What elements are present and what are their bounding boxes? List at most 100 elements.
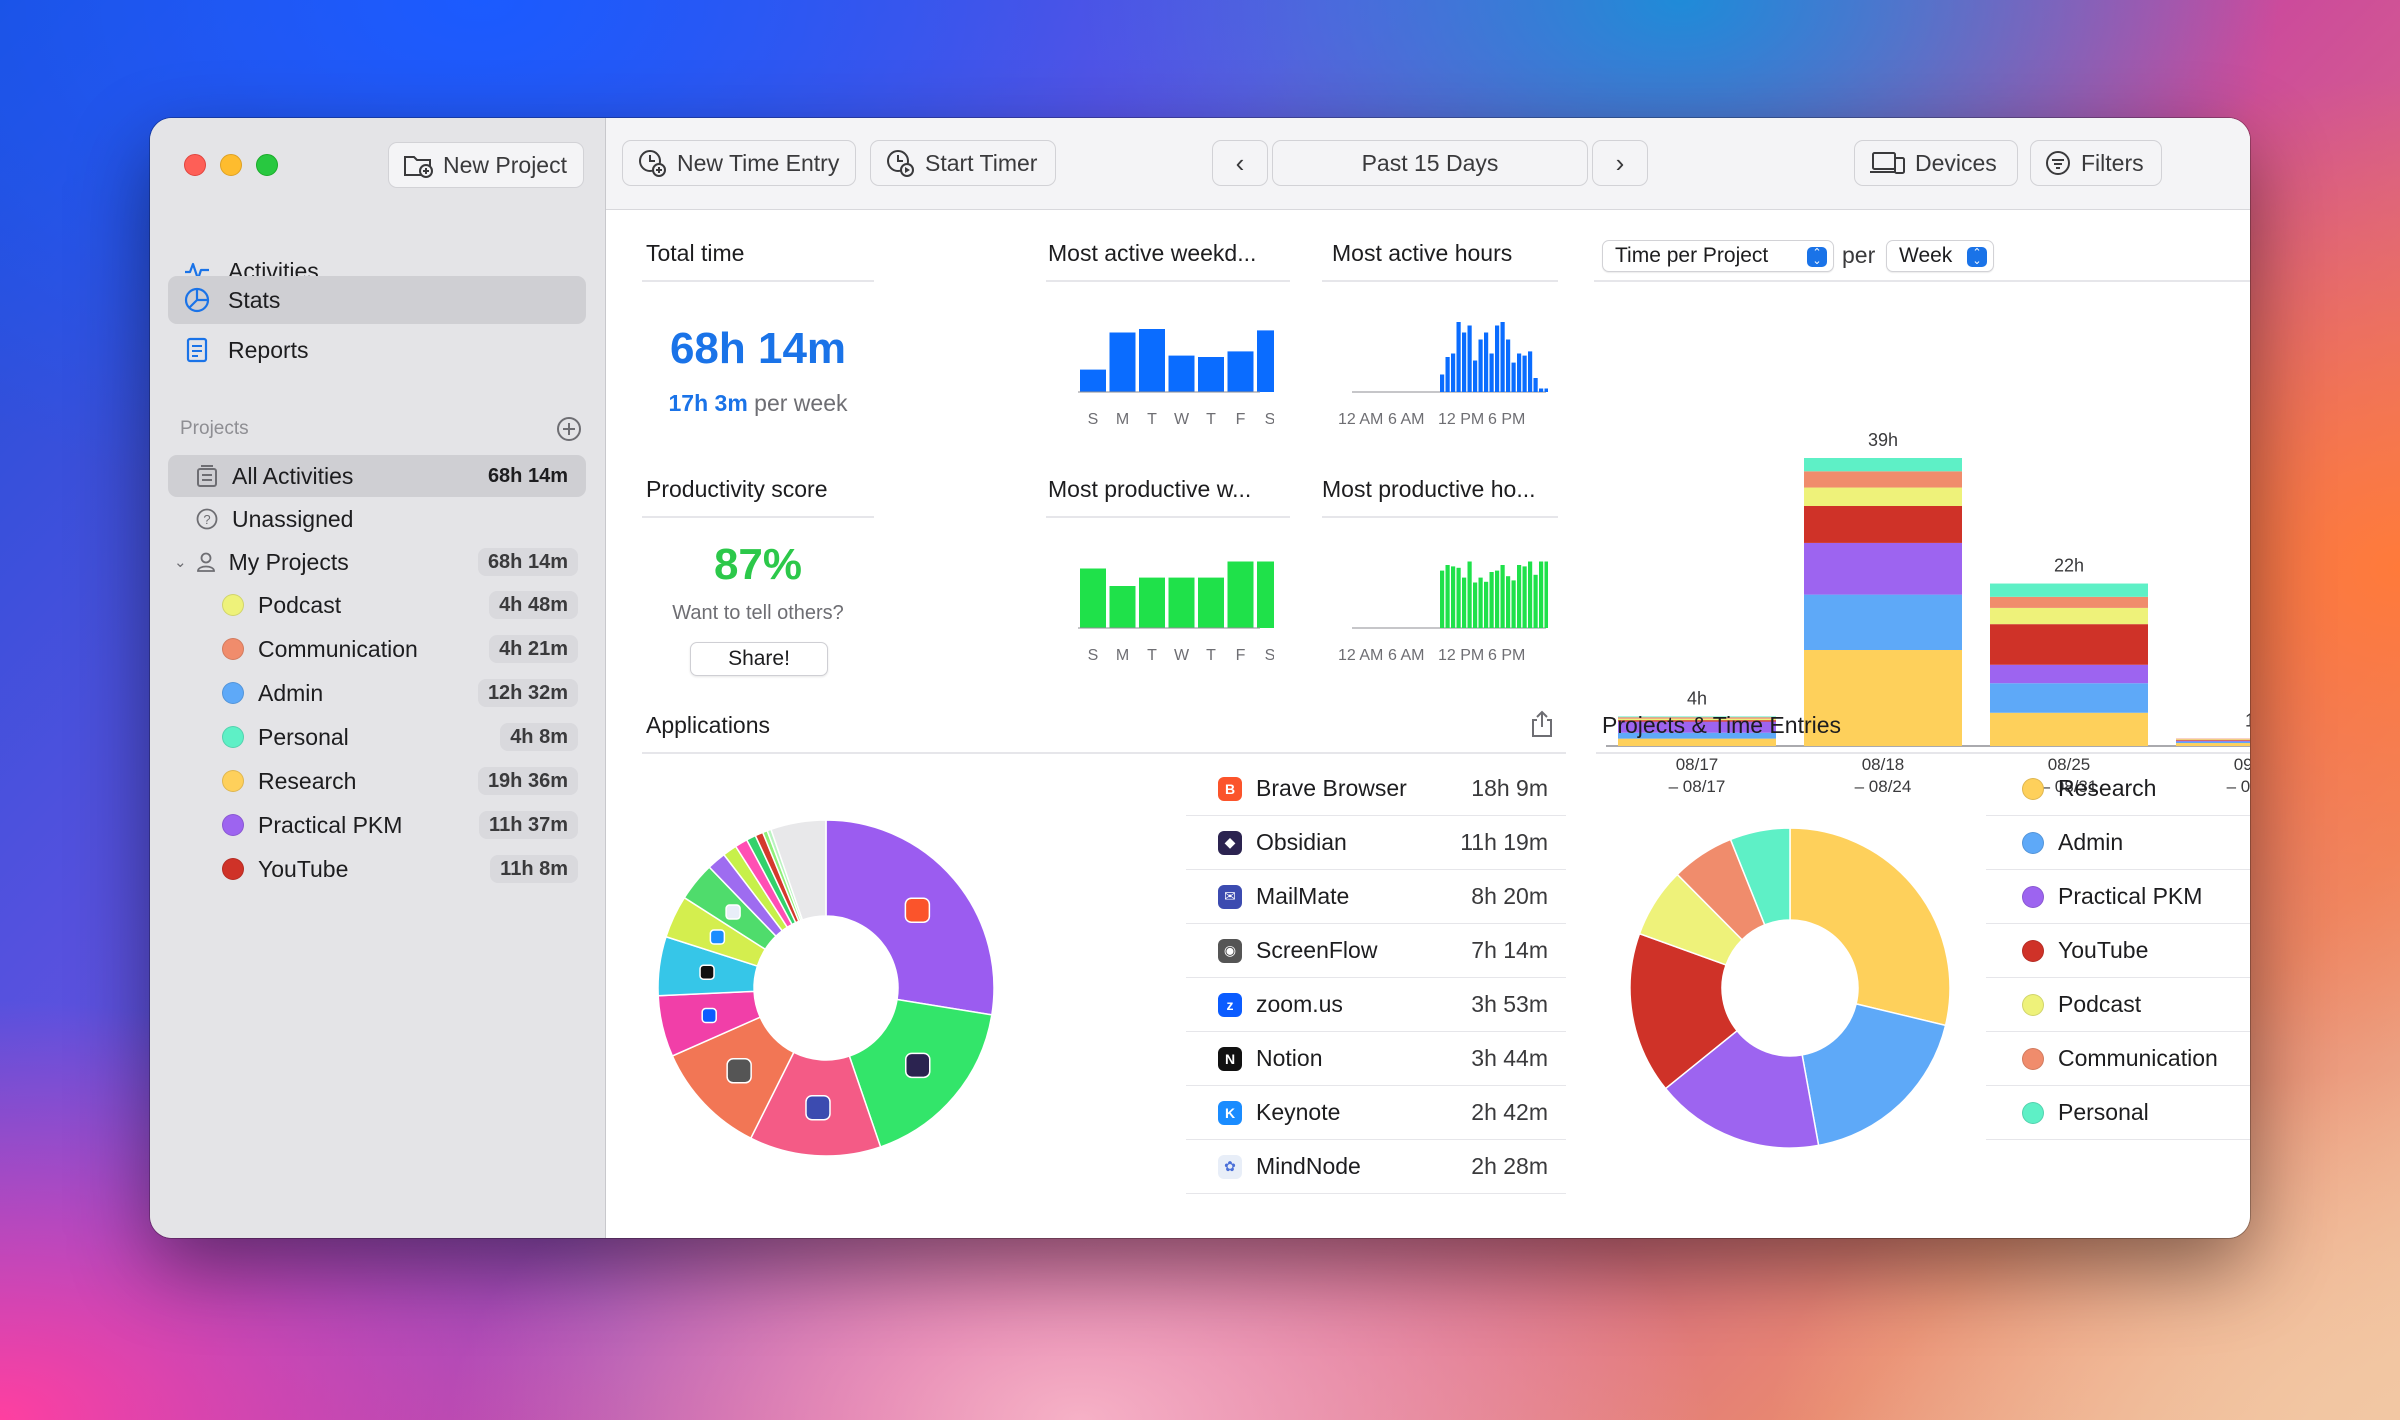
sidebar-item-project[interactable]: YouTube 11h 8m	[168, 848, 586, 890]
chevron-right-icon: ›	[1615, 147, 1625, 178]
sidebar-item-project[interactable]: Practical PKM 11h 37m	[168, 804, 586, 846]
application-time: 2h 28m	[1471, 1153, 1548, 1179]
application-row[interactable]: ✿ MindNode 2h 28m	[1186, 1140, 1566, 1194]
stats-icon	[184, 287, 210, 313]
next-range-button[interactable]: ›	[1592, 140, 1648, 186]
unassigned-label: Unassigned	[232, 505, 354, 532]
chart-period-value: Week	[1899, 244, 1953, 267]
minimize-button[interactable]	[220, 154, 242, 176]
filter-icon	[2046, 151, 2070, 175]
stacked-bar-segment	[2176, 740, 2250, 741]
application-row[interactable]: z zoom.us 3h 53m	[1186, 978, 1566, 1032]
project-entry-row[interactable]: Communication4h 21m	[1986, 1032, 2250, 1086]
stacked-bar-segment	[1804, 542, 1962, 595]
application-row[interactable]: K Keynote 2h 42m	[1186, 1086, 1566, 1140]
application-row[interactable]: B Brave Browser 18h 9m	[1186, 762, 1566, 816]
application-time: 3h 44m	[1471, 1045, 1548, 1071]
zoom-button[interactable]	[256, 154, 278, 176]
hour-bar	[1539, 561, 1544, 628]
keynote-icon	[709, 929, 726, 945]
sidebar-item-project[interactable]: Admin 12h 32m	[168, 672, 586, 714]
tell-others-text: Want to tell others?	[672, 602, 844, 624]
project-entry-row[interactable]: Research19h 36m	[1986, 762, 2250, 816]
notion-icon: N	[1218, 1046, 1242, 1071]
sidebar-item-project[interactable]: Research 19h 36m	[168, 760, 586, 802]
hour-bar	[1456, 322, 1461, 392]
project-entry-row[interactable]: Personal4h 8m	[1986, 1086, 2250, 1140]
new-time-entry-button[interactable]: New Time Entry	[622, 140, 856, 186]
most-active-weekday-chart: SMTWTFS	[1078, 329, 1274, 428]
devices-button[interactable]: Devices	[1854, 140, 2018, 186]
obsidian-icon: ◆	[1218, 830, 1242, 855]
divider	[1322, 516, 1558, 518]
bar-total-label: 39h	[1868, 430, 1898, 450]
hour-bar	[1473, 582, 1478, 628]
stacked-bar-segment	[2176, 740, 2250, 742]
mindnode-icon	[725, 904, 741, 920]
hour-label: 12 PM	[1438, 411, 1484, 428]
project-donut-slice	[1789, 827, 1951, 1027]
share-icon[interactable]	[1530, 710, 1554, 738]
application-row[interactable]: ✉ MailMate 8h 20m	[1186, 870, 1566, 924]
chart-metric-select[interactable]: Time per Project ⌃ ⌄	[1602, 240, 1834, 272]
all-activities-label: All Activities	[232, 462, 354, 489]
hour-bar	[1489, 353, 1494, 392]
question-icon: ?	[196, 508, 218, 530]
application-name: ScreenFlow	[1256, 937, 1378, 963]
hour-bar	[1517, 353, 1522, 392]
projects-donut-chart	[1629, 827, 1951, 1149]
share-button[interactable]: Share!	[690, 642, 828, 676]
stacked-bar-segment	[2176, 741, 2250, 744]
project-entry-name: Research	[2058, 775, 2157, 801]
application-time: 2h 42m	[1471, 1099, 1548, 1125]
sidebar-item-project[interactable]: Communication 4h 21m	[168, 628, 586, 670]
add-project-icon[interactable]	[556, 416, 582, 442]
project-entry-name: YouTube	[2058, 937, 2149, 963]
application-row[interactable]: ◆ Obsidian 11h 19m	[1186, 816, 1566, 870]
stacked-bar-segment	[1990, 583, 2148, 597]
application-row[interactable]: N Notion 3h 44m	[1186, 1032, 1566, 1086]
filters-button[interactable]: Filters	[2030, 140, 2162, 186]
project-entry-row[interactable]: Practical PKM11h 37m	[1986, 870, 2250, 924]
close-button[interactable]	[184, 154, 206, 176]
sidebar-item-all-activities[interactable]: All Activities 68h 14m	[168, 455, 586, 497]
hour-bar	[1489, 572, 1494, 628]
start-timer-button[interactable]: Start Timer	[870, 140, 1056, 186]
hour-bar	[1544, 388, 1548, 392]
weekday-bar	[1257, 330, 1274, 392]
previous-range-button[interactable]: ‹	[1212, 140, 1268, 186]
sidebar-item-stats[interactable]: Stats	[168, 276, 586, 324]
weekday-bar	[1227, 351, 1254, 392]
chart-period-select[interactable]: Week ⌃ ⌄	[1886, 240, 1994, 272]
timer-play-icon	[887, 150, 914, 177]
hour-bar	[1533, 574, 1538, 628]
x-tick-label: – 08/17	[1669, 777, 1726, 796]
project-entry-row[interactable]: Podcast4h 48m	[1986, 978, 2250, 1032]
project-entry-row[interactable]: Admin12h 32m	[1986, 816, 2250, 870]
stacked-bar-segment	[1804, 458, 1962, 472]
project-entry-row[interactable]: YouTube11h 8m	[1986, 924, 2250, 978]
date-range-button[interactable]: Past 15 Days	[1272, 140, 1588, 186]
divider	[1596, 752, 2250, 754]
weekday-bar	[1257, 561, 1274, 628]
sidebar-item-project[interactable]: Podcast 4h 48m	[168, 584, 586, 626]
weekday-label: W	[1174, 411, 1190, 428]
sidebar: New Project Activities Stats Reports Pro…	[150, 118, 606, 1238]
per-week-suffix: per week	[754, 390, 848, 416]
application-row[interactable]: ◉ ScreenFlow 7h 14m	[1186, 924, 1566, 978]
project-color-dot	[222, 682, 244, 704]
project-entry-name: Communication	[2058, 1045, 2218, 1071]
sidebar-item-reports[interactable]: Reports	[168, 326, 586, 374]
hour-bar	[1462, 577, 1467, 628]
chevron-down-icon[interactable]: ⌄	[174, 553, 187, 571]
application-name: zoom.us	[1256, 991, 1343, 1017]
sidebar-item-project[interactable]: Personal 4h 8m	[168, 716, 586, 758]
new-project-button[interactable]: New Project	[388, 142, 584, 188]
weekday-label: T	[1147, 411, 1157, 428]
zoom-icon: z	[1218, 992, 1242, 1017]
devices-label: Devices	[1915, 149, 1997, 176]
applications-donut-chart	[657, 819, 995, 1157]
sidebar-item-unassigned[interactable]: ? Unassigned	[168, 498, 586, 540]
sidebar-item-my-projects[interactable]: ⌄ My Projects 68h 14m	[168, 541, 586, 583]
project-label: YouTube	[258, 855, 349, 882]
